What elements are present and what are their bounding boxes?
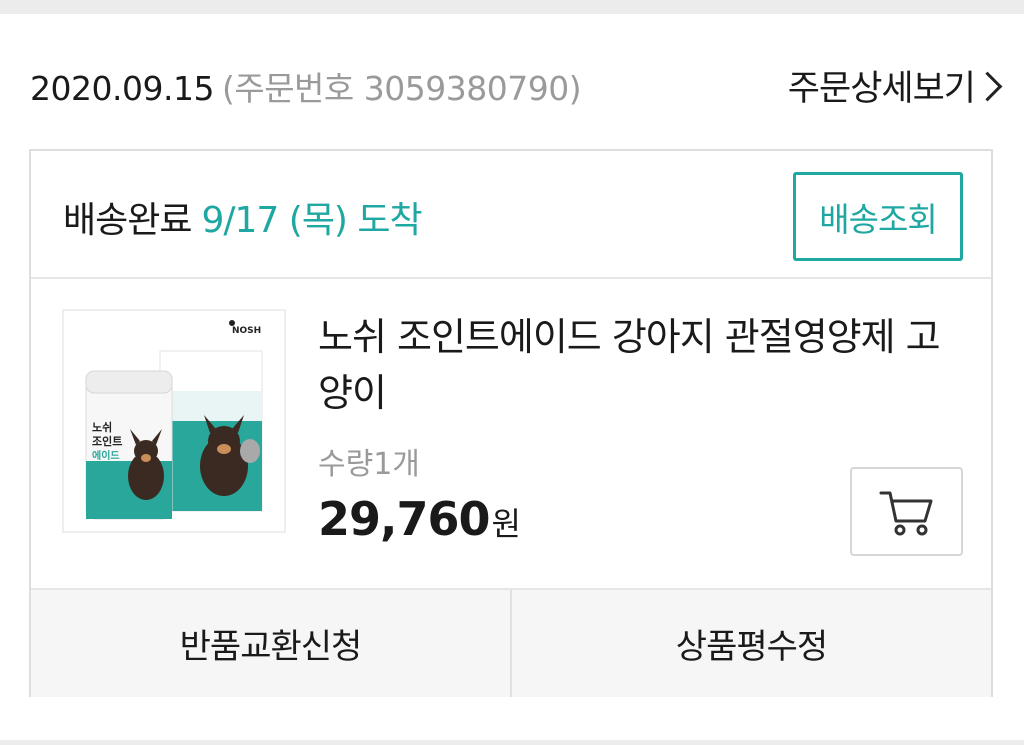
delivery-status-label: 배송완료 — [63, 200, 192, 241]
package-label-line-2: 조인트 — [92, 434, 122, 448]
delivery-status: 배송완료 9/17 (목) 도착 — [63, 191, 423, 243]
price-unit: 원 — [491, 505, 521, 543]
order-detail-link[interactable]: 주문상세보기 — [787, 60, 1003, 111]
package-label-line-3: 에이드 — [92, 449, 120, 462]
product-image: NOSH 노쉬 조인트 에이드 — [64, 311, 284, 531]
bottom-divider — [0, 740, 1024, 745]
order-date: 2020.09.15 (주문번호 3059380790) — [30, 62, 582, 110]
package-brand: NOSH — [232, 326, 261, 336]
delivery-status-row: 배송완료 9/17 (목) 도착 배송조회 — [31, 151, 991, 279]
order-number: (주문번호 3059380790) — [221, 69, 582, 108]
cart-icon — [879, 491, 932, 535]
order-detail-label: 주문상세보기 — [787, 69, 976, 109]
track-delivery-button[interactable]: 배송조회 — [793, 172, 963, 261]
order-date-text: 2020.09.15 — [30, 69, 214, 108]
product-name[interactable]: 노쉬 조인트에이드 강아지 관절영양제 고양이 — [318, 309, 958, 421]
order-card: 배송완료 9/17 (목) 도착 배송조회 NOSH 노쉬 조인트 에이드 노쉬… — [29, 149, 993, 697]
order-actions: 반품교환신청 상품평수정 — [31, 588, 991, 697]
price-amount: 29,760 — [318, 492, 491, 546]
edit-review-button[interactable]: 상품평수정 — [510, 590, 991, 697]
add-to-cart-button[interactable] — [850, 467, 963, 556]
product-row: NOSH 노쉬 조인트 에이드 노쉬 조인트에이드 강아지 관절영양제 고양이 … — [31, 279, 991, 588]
package-label-line-1: 노쉬 — [92, 420, 112, 434]
top-divider — [0, 0, 1024, 14]
arrival-date: 9/17 (목) 도착 — [201, 200, 422, 241]
product-quantity: 수량1개 — [318, 447, 420, 482]
return-exchange-button[interactable]: 반품교환신청 — [31, 590, 510, 697]
order-header: 2020.09.15 (주문번호 3059380790) 주문상세보기 — [0, 14, 1024, 148]
chevron-right-icon — [972, 71, 1003, 102]
product-thumbnail[interactable]: NOSH 노쉬 조인트 에이드 — [62, 309, 286, 533]
product-price: 29,760원 — [318, 492, 521, 546]
